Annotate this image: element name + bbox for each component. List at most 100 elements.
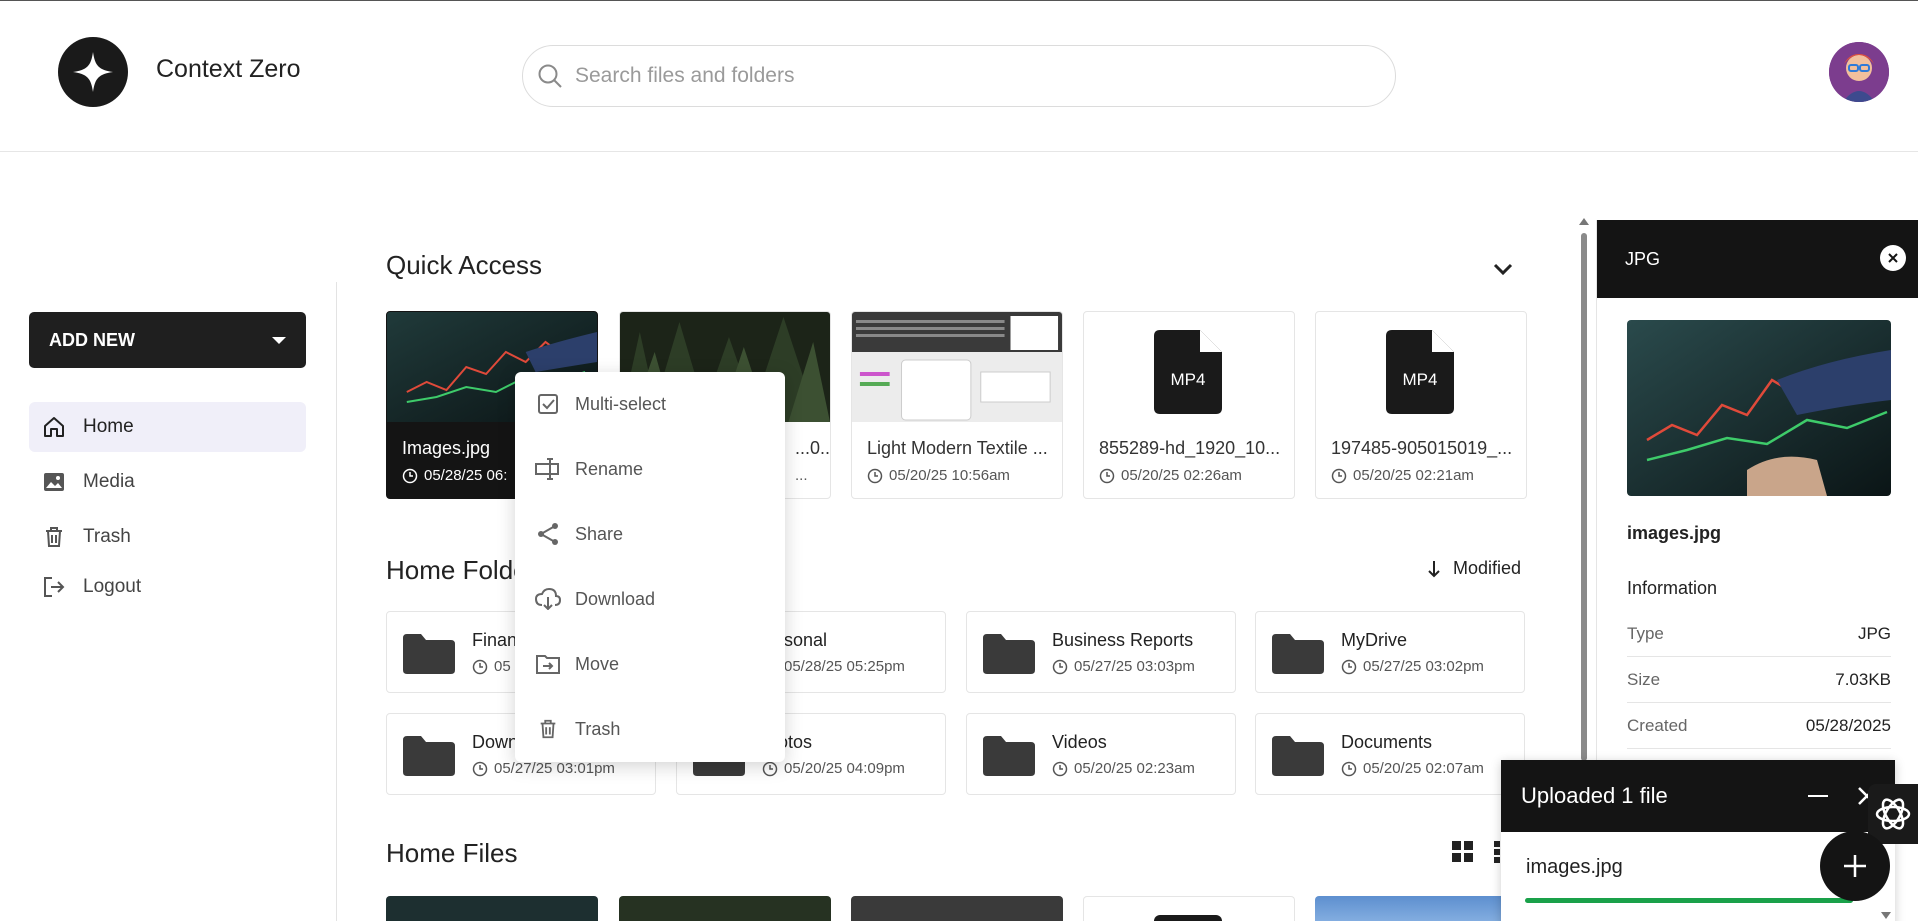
home-file-thumbnail[interactable] — [1083, 896, 1295, 921]
file-icon-top — [1154, 915, 1222, 921]
close-panel-button[interactable] — [1880, 245, 1906, 271]
quick-access-card[interactable]: MP4 855289-hd_1920_10... 05/20/25 02:26a… — [1083, 311, 1295, 499]
info-row-created: Created 05/28/2025 — [1627, 704, 1891, 749]
menu-item-download[interactable]: Download — [535, 579, 765, 619]
clock-icon — [1052, 761, 1068, 776]
menu-item-label: Trash — [575, 718, 621, 739]
panel-title: JPG — [1625, 248, 1661, 269]
sidebar-item-label: Home — [83, 416, 134, 437]
minimize-icon[interactable] — [1808, 795, 1828, 797]
info-row-size: Size 7.03KB — [1627, 658, 1891, 703]
add-fab-button[interactable] — [1820, 831, 1890, 901]
info-value: 05/28/2025 — [1805, 716, 1891, 735]
quick-access-title: Quick Access — [386, 250, 543, 280]
panel-file-name: images.jpg — [1627, 523, 1722, 543]
clock-icon — [1099, 468, 1115, 483]
user-avatar[interactable] — [1829, 42, 1889, 102]
folder-icon — [403, 634, 455, 674]
menu-item-label: Rename — [575, 458, 644, 479]
folder-card[interactable]: Documents 05/20/25 02:07am — [1255, 713, 1525, 795]
sidebar-item-logout[interactable]: Logout — [29, 562, 306, 612]
clock-icon — [472, 761, 488, 776]
folder-icon — [983, 736, 1035, 776]
folder-name: Finan — [472, 630, 518, 650]
menu-item-label: Multi-select — [575, 393, 667, 414]
menu-item-trash[interactable]: Trash — [535, 709, 765, 749]
top-header: Context Zero — [0, 1, 1918, 152]
home-file-thumbnail[interactable] — [1315, 896, 1515, 921]
grid-view-icon[interactable] — [1452, 841, 1474, 863]
main-scrollbar-thumb[interactable] — [1581, 233, 1587, 761]
folder-icon — [1272, 736, 1324, 776]
menu-item-multi-select[interactable]: Multi-select — [535, 384, 765, 424]
folder-date: 05/27/25 03:03pm — [1074, 658, 1195, 675]
folder-name: Business Reports — [1052, 630, 1194, 650]
menu-item-label: Share — [575, 523, 624, 544]
app-title: Context Zero — [156, 55, 301, 83]
context-menu: Multi-select Rename Share Download Move … — [515, 372, 785, 762]
file-date: 05/20/25 02:21am — [1353, 467, 1474, 484]
plus-icon — [1844, 855, 1866, 877]
clock-icon — [1331, 468, 1347, 483]
clock-icon — [472, 659, 488, 674]
sort-modified-button[interactable]: Modified — [1427, 558, 1521, 579]
home-folders-title: Home Folde — [386, 555, 528, 585]
quick-access-card[interactable]: Light Modern Textile ... 05/20/25 10:56a… — [851, 311, 1063, 499]
sidebar-item-trash[interactable]: Trash — [29, 512, 306, 562]
list-view-icon[interactable] — [1494, 841, 1500, 863]
file-name: Light Modern Textile ... — [867, 438, 1048, 458]
clock-icon — [1341, 659, 1357, 674]
folder-date: 05/28/25 05:25pm — [784, 658, 905, 675]
app-logo[interactable] — [58, 37, 128, 107]
folder-card[interactable]: Videos 05/20/25 02:23am — [966, 713, 1236, 795]
folder-date: 05/20/25 02:23am — [1074, 760, 1195, 777]
home-file-thumbnail[interactable] — [386, 896, 598, 921]
information-title: Information — [1627, 578, 1718, 598]
sort-label: Modified — [1453, 558, 1522, 578]
info-key: Type — [1627, 624, 1664, 643]
clock-icon — [1341, 761, 1357, 776]
home-files-title: Home Files — [386, 838, 518, 868]
menu-item-label: Move — [575, 653, 620, 674]
add-new-button[interactable]: ADD NEW — [29, 312, 306, 368]
scroll-down-arrow-icon[interactable] — [1880, 911, 1892, 921]
home-icon — [41, 414, 67, 440]
home-file-thumbnail[interactable] — [851, 896, 1063, 921]
search-input[interactable] — [575, 64, 1355, 88]
image-icon — [41, 469, 67, 495]
toast-title: Uploaded 1 file — [1521, 783, 1668, 808]
sidebar-item-label: Trash — [83, 526, 131, 547]
clock-icon — [762, 761, 778, 776]
clock-icon — [402, 468, 418, 483]
add-new-label: ADD NEW — [49, 329, 135, 350]
upload-progress-bar — [1525, 898, 1853, 903]
rename-icon — [535, 456, 561, 482]
menu-item-label: Download — [575, 588, 656, 609]
search-bar[interactable] — [522, 45, 1396, 107]
home-file-thumbnail[interactable] — [619, 896, 831, 921]
menu-item-rename[interactable]: Rename — [535, 449, 765, 489]
cloud-download-icon — [535, 586, 561, 612]
folder-name: rsonal — [778, 630, 828, 650]
assistant-button[interactable] — [1868, 784, 1918, 844]
sidebar-item-media[interactable]: Media — [29, 457, 306, 507]
file-name: 855289-hd_1920_10... — [1099, 438, 1281, 458]
chevron-down-icon[interactable] — [1490, 256, 1516, 282]
file-name: ...0... — [795, 438, 831, 458]
quick-access-card[interactable]: MP4 197485-905015019_... 05/20/25 02:21a… — [1315, 311, 1527, 499]
menu-item-share[interactable]: Share — [535, 514, 765, 554]
folder-card[interactable]: Business Reports 05/27/25 03:03pm — [966, 611, 1236, 693]
trash-icon — [41, 524, 67, 550]
folder-name: Videos — [1052, 732, 1107, 752]
menu-item-move[interactable]: Move — [535, 644, 765, 684]
clock-icon — [867, 468, 883, 483]
sidebar-item-home[interactable]: Home — [29, 402, 306, 452]
scroll-up-arrow-icon[interactable] — [1578, 216, 1590, 226]
sparkle-icon — [73, 52, 113, 92]
folder-name: Documents — [1341, 732, 1433, 752]
folder-date: 05/27/25 03:02pm — [1363, 658, 1484, 675]
folder-card[interactable]: MyDrive 05/27/25 03:02pm — [1255, 611, 1525, 693]
checkbox-icon — [535, 391, 561, 417]
clock-icon — [1052, 659, 1068, 674]
folder-date: 05 — [494, 658, 511, 675]
